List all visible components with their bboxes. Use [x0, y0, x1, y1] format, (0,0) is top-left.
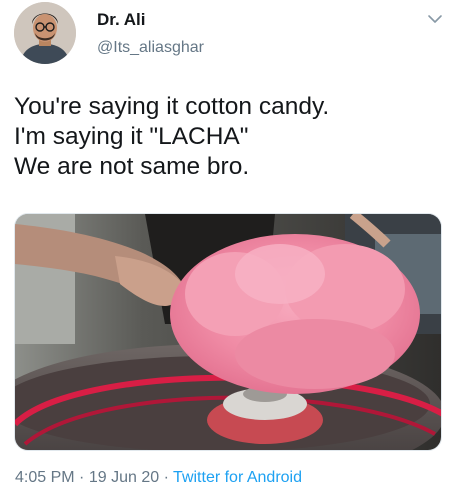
cotton-candy-photo-icon [15, 214, 441, 450]
user-handle[interactable]: @Its_aliasghar [97, 39, 204, 57]
chevron-down-icon[interactable] [424, 8, 446, 30]
avatar[interactable] [14, 2, 76, 64]
tweet-text: You're saying it cotton candy. I'm sayin… [14, 92, 434, 182]
tweet-text-line: We are not same bro. [14, 153, 250, 180]
tweet-media-image[interactable] [14, 213, 442, 451]
tweet-card: Dr. Ali @Its_aliasghar You're saying it … [0, 0, 450, 495]
meta-separator: · [163, 469, 169, 486]
tweet-source-link[interactable]: Twitter for Android [173, 469, 302, 486]
display-name[interactable]: Dr. Ali [97, 10, 146, 30]
meta-separator: · [79, 469, 85, 486]
tweet-text-line: You're saying it cotton candy. [14, 93, 330, 120]
tweet-text-line: I'm saying it "LACHA" [14, 123, 249, 150]
tweet-time[interactable]: 4:05 PM [15, 469, 75, 486]
tweet-date[interactable]: 19 Jun 20 [89, 469, 159, 486]
tweet-meta: 4:05 PM · 19 Jun 20 · Twitter for Androi… [15, 469, 302, 487]
avatar-photo-icon [14, 2, 76, 64]
